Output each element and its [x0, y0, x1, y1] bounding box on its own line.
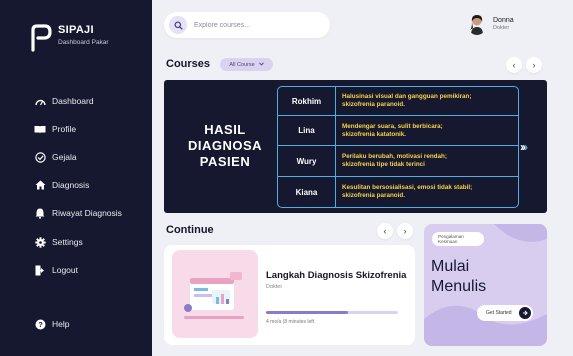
courses-prev-button[interactable]: ‹	[506, 57, 522, 73]
brand[interactable]: SIPAJI Dashboard Pakar	[30, 24, 109, 52]
gauge-icon	[33, 97, 47, 106]
search-input[interactable]	[194, 21, 324, 29]
app-subtitle: Dashboard Pakar	[58, 39, 109, 46]
banner-title: HASIL DIAGNOSA PASIEN	[164, 122, 286, 170]
help-link[interactable]: ? Help	[33, 317, 69, 331]
writing-badge: Pengalaman Kesmuan	[432, 232, 484, 246]
sidebar: SIPAJI Dashboard Pakar Dashboard Profile…	[0, 0, 152, 356]
course-thumbnail	[172, 250, 258, 338]
user-profile[interactable]: Donna Dokter	[467, 13, 514, 35]
continue-title: Continue	[166, 224, 214, 236]
chevron-down-icon	[258, 61, 264, 68]
table-row: Rokhim Halusinasi visual dan gangguan pe…	[278, 87, 518, 115]
table-row: Lina Mendengar suara, sulit berbicara; sk…	[278, 116, 518, 145]
diagnosis-table: Rokhim Halusinasi visual dan gangguan pe…	[277, 86, 519, 208]
course-progress-bar	[266, 311, 398, 314]
sidebar-item-label: Settings	[52, 237, 83, 247]
app-logo	[30, 24, 52, 52]
writing-title: Mulai Menulis	[431, 258, 487, 295]
user-role: Dokter	[493, 25, 510, 31]
avatar	[467, 13, 487, 35]
sidebar-item-label: Profile	[52, 124, 77, 134]
continue-next-button[interactable]: ›	[397, 223, 413, 239]
sidebar-item-dashboard[interactable]: Dashboard	[33, 94, 94, 108]
banner-title-line: DIAGNOSA	[187, 138, 263, 153]
course-filter-dropdown[interactable]: All Course	[220, 58, 273, 71]
diagnosis-desc: Halusinasi visual dan gangguan pemikiran…	[342, 93, 472, 108]
table-row: Kiana Kesulitan bersosialisasi, emosi ti…	[278, 177, 518, 207]
diagnosis-desc: Mendengar suara, sulit berbicara; skizofr…	[342, 122, 443, 138]
course-title[interactable]: Langkah Diagnosis Skizofrenia	[266, 270, 406, 281]
patient-name: Lina	[278, 116, 336, 145]
sidebar-item-logout[interactable]: Logout	[33, 263, 78, 277]
sidebar-item-label: Dashboard	[52, 96, 94, 106]
help-icon: ?	[33, 319, 47, 330]
get-started-label: Get Started	[486, 310, 512, 316]
sidebar-item-label: Riwayat Diagnosis	[52, 208, 122, 218]
table-row: Wury Perilaku berubah, motivasi rendah; s…	[278, 146, 518, 176]
banner-title-line: HASIL	[204, 122, 246, 137]
course-progress-text: 4 mo/a (8 minutes left	[266, 319, 315, 325]
help-label: Help	[52, 319, 70, 329]
sidebar-item-profile[interactable]: Profile	[33, 122, 76, 136]
get-started-button[interactable]: Get Started	[477, 305, 533, 321]
courses-next-button[interactable]: ›	[526, 57, 542, 73]
arrow-icon	[519, 307, 531, 319]
book-open-icon	[33, 125, 47, 134]
course-progress-fill	[266, 311, 348, 314]
check-circle-icon	[33, 151, 47, 163]
app-name: SIPAJI	[58, 24, 94, 36]
diagnosis-desc: Kesulitan bersosialisasi, emosi tidak st…	[342, 184, 473, 199]
gear-icon	[33, 236, 47, 248]
sidebar-item-label: Diagnosis	[52, 180, 90, 190]
course-filter-label: All Course	[229, 61, 255, 68]
diagnosis-desc: Perilaku berubah, motivasi rendah; skizof…	[342, 153, 447, 168]
continue-prev-button[interactable]: ‹	[377, 223, 393, 239]
sidebar-item-gejala[interactable]: Gejala	[33, 150, 77, 164]
sidebar-item-settings[interactable]: Settings	[33, 235, 83, 249]
sidebar-item-riwayat-diagnosis[interactable]: Riwayat Diagnosis	[33, 206, 122, 220]
patient-name: Rokhim	[278, 87, 336, 115]
continue-pager: ‹ ›	[377, 223, 413, 239]
courses-title: Courses	[166, 58, 211, 70]
patient-name: Kiana	[278, 177, 336, 207]
bell-icon	[33, 208, 47, 219]
search-icon[interactable]	[169, 16, 187, 34]
banner-next-chevron-icon[interactable]: ›››	[520, 140, 528, 154]
patient-name: Wury	[278, 146, 336, 176]
sidebar-item-diagnosis[interactable]: Diagnosis	[33, 178, 89, 192]
user-name: Donna	[493, 17, 514, 24]
sidebar-item-label: Gejala	[52, 152, 77, 162]
logout-icon	[33, 265, 47, 276]
home-icon	[33, 180, 47, 190]
banner-title-line: PASIEN	[199, 154, 251, 169]
course-author: Dokter	[266, 284, 283, 290]
search-bar	[164, 12, 330, 38]
svg-text:?: ?	[38, 320, 43, 329]
courses-pager: ‹ ›	[506, 57, 542, 73]
sidebar-item-label: Logout	[52, 265, 78, 275]
